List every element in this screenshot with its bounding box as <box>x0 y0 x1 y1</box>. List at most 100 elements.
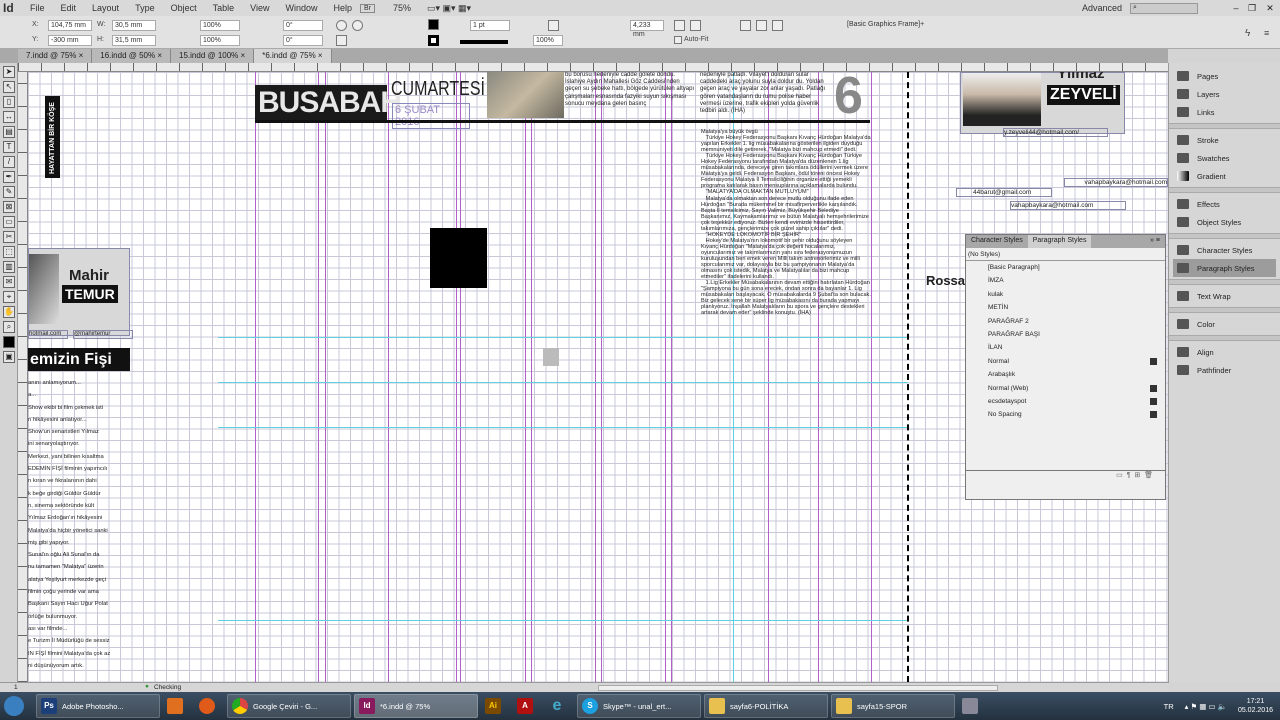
rotate-ccw-icon[interactable] <box>352 20 363 31</box>
scale-x-field[interactable]: 100% <box>200 20 240 31</box>
lightning-icon[interactable]: ϟ <box>1245 28 1250 39</box>
menu-layout[interactable]: Layout <box>84 3 127 13</box>
hockey-article[interactable]: Malatya'ya büyük övgü Türkiye Hokey Fede… <box>701 129 871 411</box>
auto-fit-checkbox[interactable] <box>674 36 682 44</box>
height-field[interactable]: 31,5 mm <box>112 35 156 46</box>
align-right-icon[interactable] <box>772 20 783 31</box>
clear-overrides-icon[interactable]: ¶ <box>1127 472 1131 479</box>
paragraph-style-item[interactable]: Normal <box>966 355 1165 368</box>
rotate-cw-icon[interactable] <box>336 20 347 31</box>
selection-tool-icon[interactable]: ➤ <box>3 66 15 78</box>
start-button[interactable] <box>0 694 33 718</box>
vertical-ruler[interactable] <box>18 72 28 682</box>
line-tool-icon[interactable]: / <box>3 156 15 168</box>
paragraph-style-item[interactable]: İLAN <box>966 341 1165 354</box>
tab-paragraph-styles[interactable]: Paragraph Styles <box>1027 235 1092 248</box>
close-button[interactable]: ✕ <box>1260 3 1280 14</box>
day-label[interactable]: CUMARTESİ <box>391 78 485 101</box>
restore-button[interactable]: ❐ <box>1244 3 1260 14</box>
menu-file[interactable]: File <box>22 3 53 13</box>
scale-y-field[interactable]: 100% <box>200 35 240 46</box>
flip-icon[interactable] <box>336 35 347 46</box>
black-rectangle[interactable] <box>430 228 487 288</box>
preflight-status[interactable]: Checking <box>154 684 181 691</box>
paragraph-style-item[interactable]: kulak <box>966 288 1165 301</box>
panel-gradient[interactable]: Gradient <box>1169 167 1280 185</box>
direct-selection-tool-icon[interactable]: ↖ <box>3 81 15 93</box>
opacity-field[interactable]: 100% <box>533 35 563 46</box>
date-label[interactable]: 6 ŞUBAT 2016 <box>392 103 470 129</box>
type-tool-icon[interactable]: T <box>3 141 15 153</box>
partial-author-name[interactable]: Rossat <box>926 273 969 288</box>
panel-layers[interactable]: Layers <box>1169 85 1280 103</box>
taskbar-indesign[interactable]: Id *6.indd @ 75% <box>354 694 478 718</box>
panel-color[interactable]: Color <box>1169 315 1280 333</box>
email-box-3[interactable]: vahapbaykara@hotmail.com <box>1010 201 1126 211</box>
tab-6-indd[interactable]: *6.indd @ 75% × <box>254 49 332 63</box>
tab-character-styles[interactable]: Character Styles <box>966 235 1028 248</box>
tab-15-indd[interactable]: 15.indd @ 100% × <box>171 49 255 63</box>
horizontal-scrollbar[interactable] <box>598 685 998 691</box>
offset-field[interactable]: 4,233 mm <box>630 20 664 38</box>
paragraph-style-item[interactable]: Normal (Web) <box>966 382 1165 395</box>
menu-type[interactable]: Type <box>127 3 163 13</box>
panel-pathfinder[interactable]: Pathfinder <box>1169 361 1280 379</box>
object-style-select[interactable]: [Basic Graphics Frame]+ <box>845 20 935 31</box>
paragraph-style-item[interactable]: PARAĞRAF 2 <box>966 315 1165 328</box>
menu-object[interactable]: Object <box>163 3 205 13</box>
taskbar-media-player[interactable] <box>163 694 192 718</box>
left-column-title[interactable]: emizin Fişi <box>28 348 130 371</box>
taskbar-firefox[interactable] <box>195 694 224 718</box>
taskbar-illustrator[interactable]: Ai <box>481 694 510 718</box>
clock[interactable]: 17:21 05.02.2016 <box>1234 694 1277 718</box>
delete-style-icon[interactable]: 🗑 <box>1144 472 1153 479</box>
taskbar-camera[interactable] <box>958 694 987 718</box>
panel-object-styles[interactable]: Object Styles <box>1169 213 1280 231</box>
menu-table[interactable]: Table <box>205 3 243 13</box>
search-input[interactable]: ⌕ <box>1130 2 1198 14</box>
panel-character-styles[interactable]: Character Styles <box>1169 241 1280 259</box>
fx-icon[interactable] <box>548 20 559 31</box>
bridge-button[interactable]: Br <box>360 3 375 13</box>
placed-graphic-placeholder[interactable] <box>543 348 559 366</box>
taskbar-chrome[interactable]: Google Çeviri - G... <box>227 694 351 718</box>
rectangle-frame-tool-icon[interactable]: ⊠ <box>3 201 15 213</box>
free-transform-tool-icon[interactable]: ⬚ <box>3 246 15 258</box>
paragraph-style-item[interactable]: [Basic Paragraph] <box>966 261 1165 274</box>
taskbar-skype[interactable]: S Skype™ - unal_ert... <box>577 694 701 718</box>
taskbar-photoshop[interactable]: Ps Adobe Photosho... <box>36 694 160 718</box>
rectangle-tool-icon[interactable]: ▭ <box>3 216 15 228</box>
shear-field[interactable]: 0° <box>283 35 323 46</box>
vertical-section-label[interactable]: HAYATTAN BİR KÖŞE <box>45 96 60 178</box>
page-number-field[interactable]: 1 <box>14 684 18 691</box>
panel-align[interactable]: Align <box>1169 343 1280 361</box>
note-tool-icon[interactable]: ✉ <box>3 276 15 288</box>
panel-swatches[interactable]: Swatches <box>1169 149 1280 167</box>
panel-stroke[interactable]: Stroke <box>1169 131 1280 149</box>
panel-menu-icon[interactable]: » ≡ <box>1145 235 1165 248</box>
author-twitter-left[interactable]: @mahirtemur <box>73 330 133 340</box>
fill-stroke-icon[interactable] <box>3 336 15 348</box>
panel-text-wrap[interactable]: Text Wrap <box>1169 287 1280 305</box>
stroke-swatch-icon[interactable] <box>428 35 439 46</box>
tab-16-indd[interactable]: 16.indd @ 50% × <box>92 49 172 63</box>
eyedropper-tool-icon[interactable]: ⌖ <box>3 291 15 303</box>
pen-tool-icon[interactable]: ✒ <box>3 171 15 183</box>
preview-mode-icon[interactable]: ▣ <box>3 351 15 363</box>
news-photo[interactable] <box>487 72 564 118</box>
gap-tool-icon[interactable]: ↔ <box>3 111 15 123</box>
tray-icons[interactable]: ▴ ⚑ ▦ ▭ 🔈 <box>1181 694 1231 718</box>
menu-help[interactable]: Help <box>325 3 360 13</box>
top-news-col1[interactable]: bu borusu nedeniyle cadde gölete döndü. … <box>565 72 695 118</box>
email-box-2[interactable]: 44barut@gmail.com <box>956 188 1052 198</box>
workspace-switcher[interactable]: Advanced <box>1074 3 1130 13</box>
paragraph-style-item[interactable]: METİN <box>966 301 1165 314</box>
left-column-text[interactable]: anını anlamıyorum... a... Show ekibi bi fi… <box>28 377 128 672</box>
new-group-icon[interactable]: ▭ <box>1116 472 1123 479</box>
align-center-icon[interactable] <box>756 20 767 31</box>
panel-pages[interactable]: Pages <box>1169 67 1280 85</box>
x-field[interactable]: 104,75 mm <box>48 20 92 31</box>
zoom-tool-icon[interactable]: ⌕ <box>3 321 15 333</box>
y-field[interactable]: -300 mm <box>48 35 92 46</box>
paragraph-style-item[interactable]: İMZA <box>966 274 1165 287</box>
